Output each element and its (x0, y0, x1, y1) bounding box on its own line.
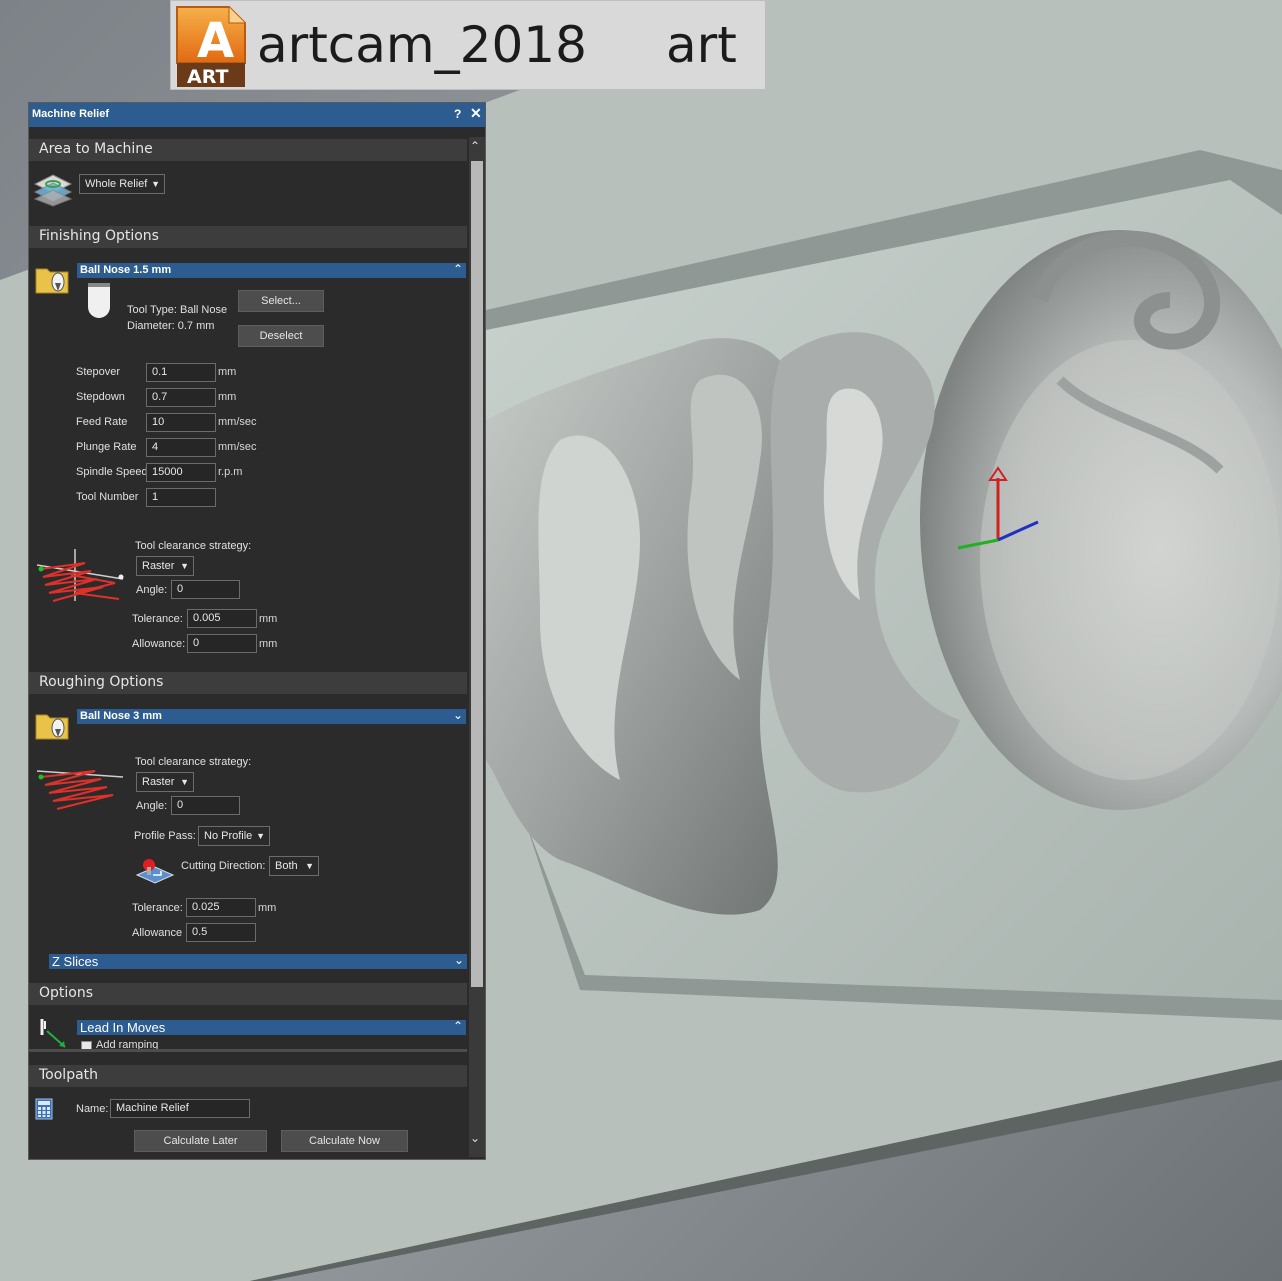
machine-relief-panel: Machine Relief ? ✕ ⌃ ⌄ Area to Machine W… (28, 102, 486, 1160)
svg-text:A: A (197, 13, 234, 69)
stepover-unit: mm (218, 366, 237, 378)
area-to-machine-header[interactable]: Area to Machine (29, 139, 467, 161)
lead-in-icon (40, 1019, 66, 1048)
cutting-direction-label: Cutting Direction: (181, 860, 266, 872)
area-to-machine-select[interactable]: Whole Relief ▼ (79, 174, 165, 194)
plunge-rate-input[interactable]: 4 (146, 438, 216, 457)
roughing-allowance-input[interactable]: 0.5 (186, 923, 256, 942)
add-ramping-checkbox[interactable] (81, 1041, 92, 1049)
tool-diameter-text: Diameter: 0.7 mm (127, 320, 215, 332)
spindle-speed-label: Spindle Speed (76, 466, 148, 478)
raster-strategy-icon (36, 549, 124, 602)
finishing-allowance-unit: mm (259, 638, 278, 650)
calculate-now-button[interactable]: Calculate Now (281, 1130, 408, 1152)
banner-suffix: art (666, 16, 737, 74)
finishing-allowance-label: Allowance: (132, 638, 186, 650)
finishing-strategy-select[interactable]: Raster ▼ (136, 556, 194, 576)
tool-number-label: Tool Number (76, 491, 139, 503)
roughing-strategy-select[interactable]: Raster ▼ (136, 772, 194, 792)
scrollbar-thumb[interactable] (471, 161, 483, 987)
finishing-angle-input[interactable]: 0 (171, 580, 240, 599)
calculator-icon (35, 1098, 53, 1120)
chevron-up-icon[interactable]: ⌃ (470, 139, 480, 153)
roughing-allowance-label: Allowance (132, 927, 183, 939)
toolpath-name-label: Name: (76, 1103, 109, 1115)
deselect-tool-button[interactable]: Deselect (238, 325, 324, 347)
stepover-input[interactable]: 0.1 (146, 363, 216, 382)
finishing-strategy-label: Tool clearance strategy: (135, 540, 252, 552)
roughing-angle-input[interactable]: 0 (171, 796, 240, 815)
svg-text:ART: ART (187, 66, 228, 88)
close-icon[interactable]: ✕ (470, 105, 482, 122)
profile-pass-select[interactable]: No Profile ▼ (198, 826, 270, 846)
add-ramping-row: Add ramping (79, 1039, 379, 1049)
tool-type-text: Tool Type: Ball Nose (127, 304, 228, 316)
finishing-angle-label: Angle: (136, 584, 168, 596)
lead-in-moves-bar[interactable]: Lead In Moves ⌃ (77, 1019, 466, 1035)
z-slices-bar[interactable]: Z Slices ⌄ (49, 953, 467, 969)
finishing-tolerance-label: Tolerance: (132, 613, 183, 625)
toolpath-header[interactable]: Toolpath (29, 1065, 467, 1087)
panel-titlebar[interactable]: Machine Relief ? ✕ (29, 103, 485, 127)
ball-nose-tool-icon (88, 283, 110, 318)
add-ramping-label: Add ramping (96, 1039, 159, 1049)
layers-icon (33, 174, 73, 207)
toolpath-name-input[interactable]: Machine Relief (110, 1099, 250, 1118)
stepover-label: Stepover (76, 366, 121, 378)
roughing-raster-icon (36, 770, 124, 810)
roughing-strategy-label: Tool clearance strategy: (135, 756, 252, 768)
plunge-rate-unit: mm/sec (218, 441, 257, 453)
stepdown-input[interactable]: 0.7 (146, 388, 216, 407)
feed-rate-input[interactable]: 10 (146, 413, 216, 432)
finishing-tolerance-unit: mm (259, 613, 278, 625)
stepdown-label: Stepdown (76, 391, 125, 403)
feed-rate-label: Feed Rate (76, 416, 128, 428)
roughing-tool-folder-icon[interactable] (35, 709, 69, 741)
roughing-tolerance-unit: mm (258, 902, 277, 914)
spindle-speed-unit: r.p.m (218, 466, 243, 478)
options-header[interactable]: Options (29, 983, 467, 1005)
finishing-allowance-input[interactable]: 0 (187, 634, 257, 653)
help-button[interactable]: ? (454, 107, 461, 121)
banner-title: artcam_2018 (257, 16, 587, 74)
cutting-direction-icon (135, 859, 175, 884)
plunge-rate-label: Plunge Rate (76, 441, 137, 453)
stepdown-unit: mm (218, 391, 237, 403)
artcam-logo-icon: A ART (176, 6, 246, 88)
finishing-options-header[interactable]: Finishing Options (29, 226, 467, 248)
select-tool-button[interactable]: Select... (238, 290, 324, 312)
finishing-tool-bar[interactable]: Ball Nose 1.5 mm ⌃ (77, 262, 466, 278)
roughing-angle-label: Angle: (136, 800, 168, 812)
feed-rate-unit: mm/sec (218, 416, 257, 428)
tool-number-input[interactable]: 1 (146, 488, 216, 507)
roughing-tolerance-input[interactable]: 0.025 (186, 898, 256, 917)
roughing-options-header[interactable]: Roughing Options (29, 672, 467, 694)
finishing-tolerance-input[interactable]: 0.005 (187, 609, 257, 628)
calculate-later-button[interactable]: Calculate Later (134, 1130, 267, 1152)
roughing-tool-bar[interactable]: Ball Nose 3 mm ⌄ (77, 708, 466, 724)
artcam-banner: A ART artcam_2018 art (170, 0, 766, 90)
panel-title: Machine Relief (32, 108, 110, 120)
profile-pass-label: Profile Pass: (134, 830, 196, 842)
tool-folder-icon[interactable] (35, 263, 69, 295)
roughing-tolerance-label: Tolerance: (132, 902, 183, 914)
cutting-direction-select[interactable]: Both ▼ (269, 856, 319, 876)
panel-divider (29, 1049, 467, 1052)
panel-scrollbar[interactable]: ⌃ ⌄ (469, 137, 485, 1157)
chevron-down-icon[interactable]: ⌄ (470, 1131, 480, 1145)
spindle-speed-input[interactable]: 15000 (146, 463, 216, 482)
